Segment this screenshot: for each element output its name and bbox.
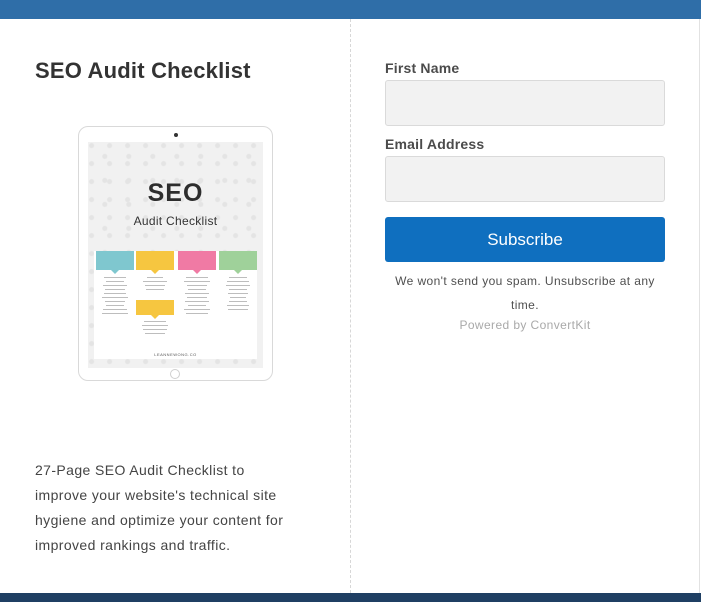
tablet-mockup-image: SEO Audit Checklist LEANNEWONG.CO xyxy=(78,126,273,381)
page-title: SEO Audit Checklist xyxy=(35,58,251,83)
top-bar xyxy=(0,0,701,19)
email-label: Email Address xyxy=(385,136,485,152)
first-name-field[interactable] xyxy=(385,80,665,126)
bottom-bar xyxy=(0,593,701,602)
optin-card: SEO Audit Checklist SEO Audit Checklist xyxy=(0,19,698,593)
email-field[interactable] xyxy=(385,156,665,202)
subscribe-button[interactable]: Subscribe xyxy=(385,217,665,262)
checklist-lines xyxy=(140,277,170,293)
tablet-home-button xyxy=(170,369,180,379)
checklist-column-header xyxy=(136,300,174,319)
checklist-column-header xyxy=(178,251,216,274)
product-description: 27-Page SEO Audit Checklist to improve y… xyxy=(35,462,284,553)
ebook-cover: SEO Audit Checklist LEANNEWONG.CO xyxy=(88,142,263,368)
checklist-lines xyxy=(182,277,212,317)
checklist-lines xyxy=(100,277,130,317)
checklist-column-header xyxy=(136,251,174,274)
product-panel: SEO Audit Checklist SEO Audit Checklist xyxy=(0,19,350,593)
first-name-label: First Name xyxy=(385,60,460,76)
tablet-camera xyxy=(174,133,178,137)
checklist-column-header xyxy=(96,251,134,274)
powered-by-link[interactable]: Powered by ConvertKit xyxy=(385,318,665,332)
checklist-column-header xyxy=(219,251,257,274)
checklist-lines xyxy=(140,321,170,337)
cover-title: SEO xyxy=(147,179,204,207)
spam-note: We won't send you spam. Unsubscribe at a… xyxy=(395,274,655,312)
cover-checklist-sheet: LEANNEWONG.CO xyxy=(94,251,257,359)
checklist-lines xyxy=(223,277,253,313)
cover-footer: LEANNEWONG.CO xyxy=(154,352,197,357)
signup-form: First Name Email Address Subscribe We wo… xyxy=(351,19,698,593)
cover-subtitle: Audit Checklist xyxy=(133,214,218,228)
